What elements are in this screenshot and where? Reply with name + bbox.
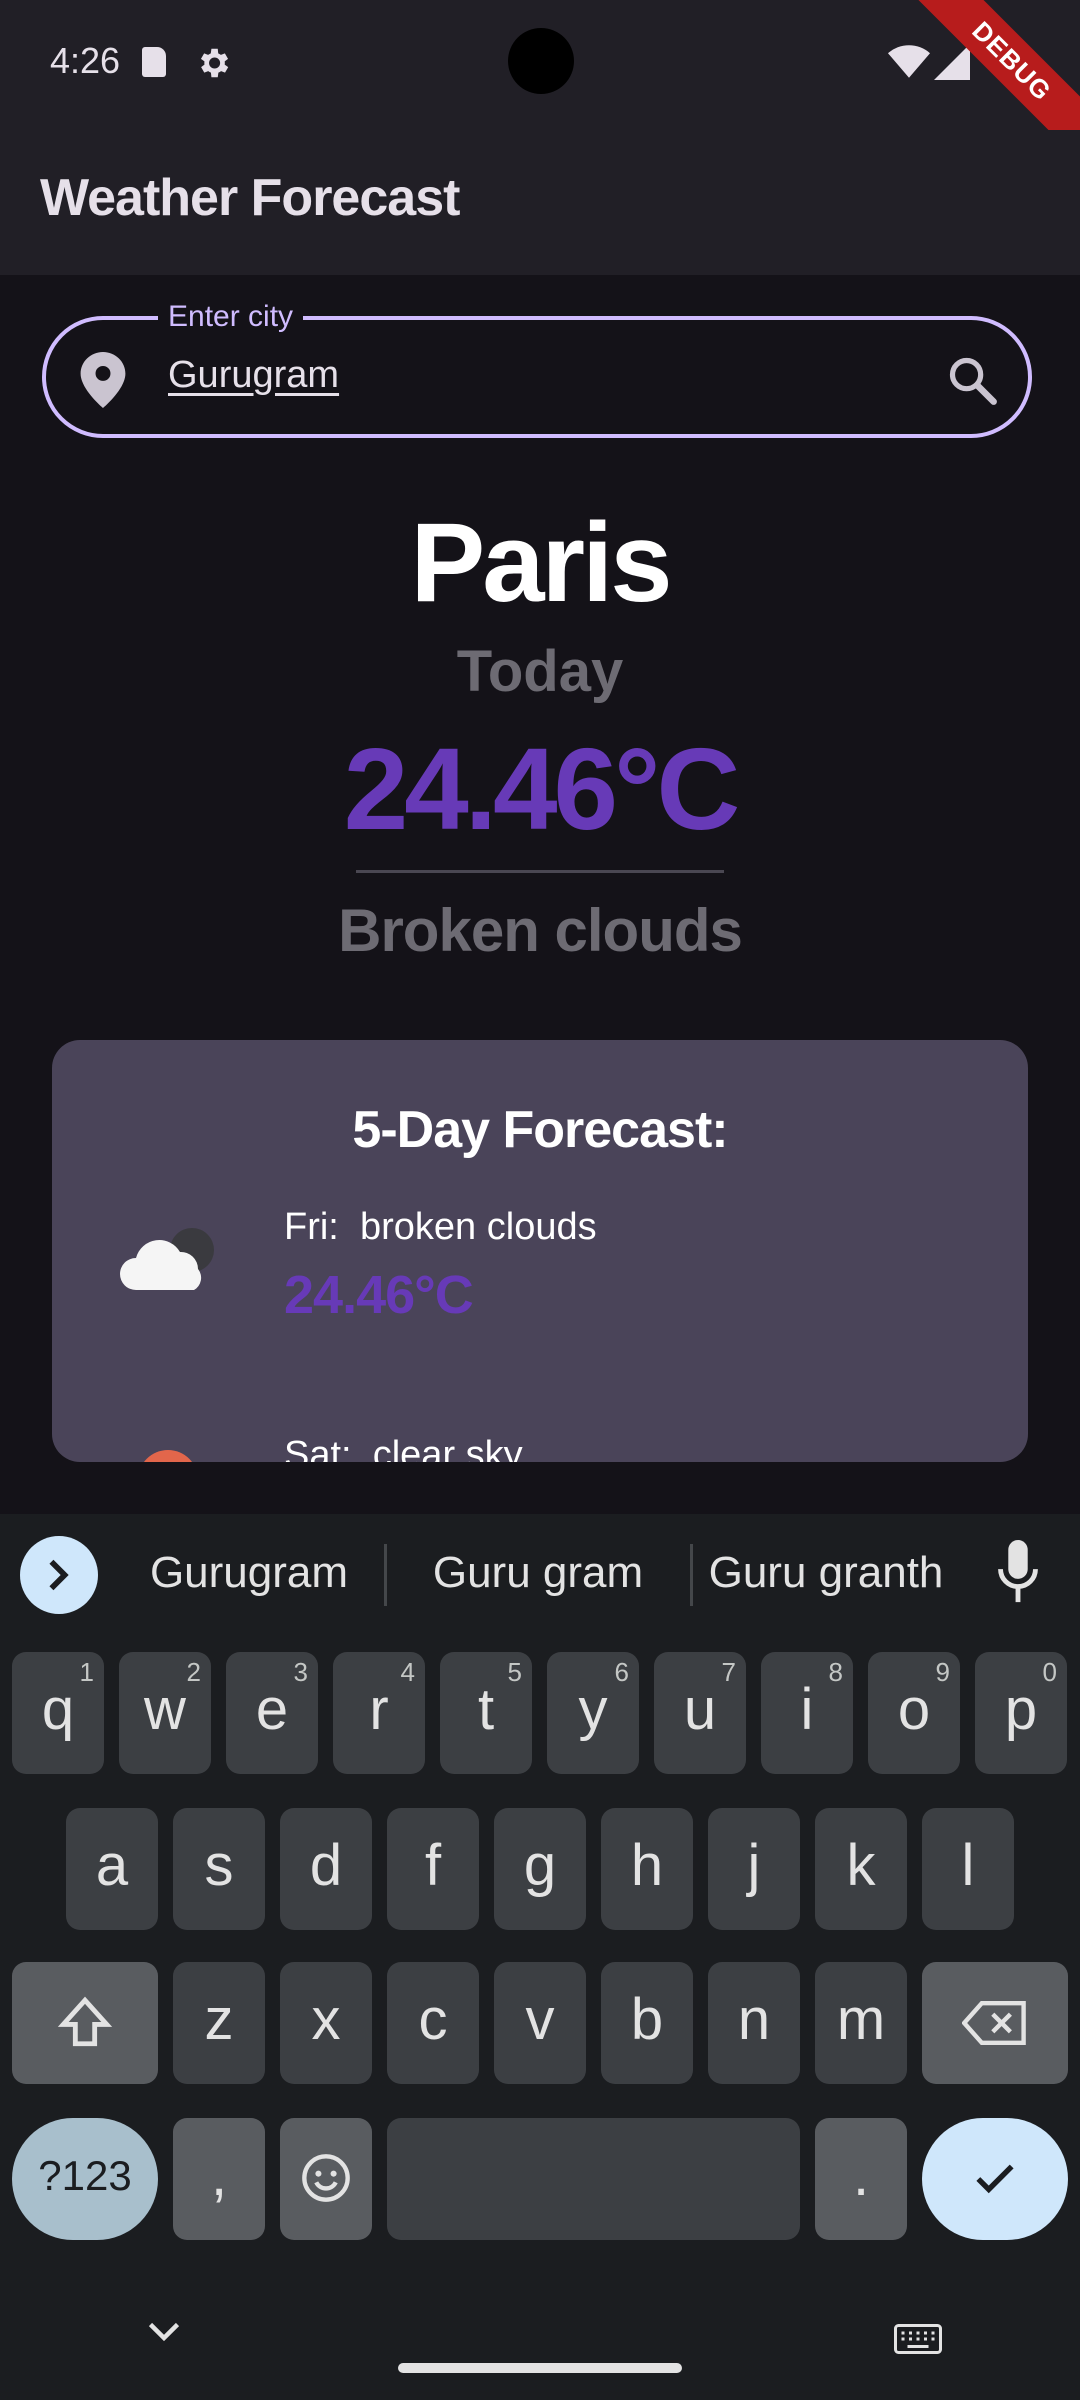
- suggestion-expand-button[interactable]: [20, 1536, 98, 1614]
- city-input[interactable]: Gurugram: [168, 354, 339, 397]
- key-q[interactable]: q1: [12, 1652, 104, 1774]
- day-label: Today: [456, 639, 624, 704]
- wifi-icon: [888, 45, 930, 78]
- key-a[interactable]: a: [66, 1808, 158, 1930]
- current-temperature: 24.46°C: [343, 724, 740, 854]
- key-u[interactable]: u7: [654, 1652, 746, 1774]
- home-indicator[interactable]: [398, 2363, 682, 2373]
- suggestion-3[interactable]: Guru granth: [700, 1548, 952, 1598]
- search-icon[interactable]: [946, 354, 998, 406]
- microphone-icon[interactable]: [998, 1540, 1038, 1606]
- forecast-description: clear sky: [372, 1434, 523, 1462]
- key-b[interactable]: b: [601, 1962, 693, 2084]
- key-s[interactable]: s: [173, 1808, 265, 1930]
- suggestion-separator: [384, 1544, 387, 1606]
- key-h[interactable]: h: [601, 1808, 693, 1930]
- backspace-key[interactable]: [922, 1962, 1068, 2084]
- key-r[interactable]: r4: [333, 1652, 425, 1774]
- camera-cutout: [508, 28, 574, 94]
- key-n[interactable]: n: [708, 1962, 800, 2084]
- shift-key[interactable]: [12, 1962, 158, 2084]
- emoji-icon: [302, 2154, 350, 2202]
- key-g[interactable]: g: [494, 1808, 586, 1930]
- key-p[interactable]: p0: [975, 1652, 1067, 1774]
- sd-card-icon: [142, 47, 166, 77]
- hide-keyboard-chevron-icon[interactable]: [146, 2320, 182, 2344]
- key-w[interactable]: w2: [119, 1652, 211, 1774]
- app-title: Weather Forecast: [40, 169, 460, 227]
- city-name: Paris: [410, 500, 673, 625]
- enter-key[interactable]: [922, 2118, 1068, 2240]
- key-t[interactable]: t5: [440, 1652, 532, 1774]
- key-i[interactable]: i8: [761, 1652, 853, 1774]
- forecast-description: broken clouds: [360, 1206, 597, 1248]
- forecast-day: Fri:: [284, 1206, 339, 1248]
- emoji-key[interactable]: [280, 2118, 372, 2240]
- forecast-item: Fri: broken clouds: [284, 1206, 597, 1249]
- suggestion-separator: [690, 1544, 693, 1606]
- backspace-icon: [962, 2001, 1026, 2045]
- checkmark-icon: [976, 2164, 1014, 2194]
- suggestion-1[interactable]: Gurugram: [124, 1548, 374, 1598]
- key-e[interactable]: e3: [226, 1652, 318, 1774]
- forecast-title: 5-Day Forecast:: [352, 1101, 728, 1159]
- key-k[interactable]: k: [815, 1808, 907, 1930]
- divider: [356, 870, 724, 873]
- key-j[interactable]: j: [708, 1808, 800, 1930]
- cloud-icon: [120, 1228, 214, 1290]
- status-time: 4:26: [50, 40, 121, 81]
- spacebar[interactable]: [387, 2118, 800, 2240]
- key-f[interactable]: f: [387, 1808, 479, 1930]
- shift-icon: [57, 1996, 113, 2047]
- key-c[interactable]: c: [387, 1962, 479, 2084]
- key-v[interactable]: v: [494, 1962, 586, 2084]
- keyboard-switch-icon[interactable]: [894, 2324, 942, 2354]
- comma-key[interactable]: ,: [173, 2118, 265, 2240]
- weather-description: Broken clouds: [338, 897, 743, 964]
- chevron-right-icon: [49, 1559, 69, 1591]
- key-z[interactable]: z: [173, 1962, 265, 2084]
- key-d[interactable]: d: [280, 1808, 372, 1930]
- key-l[interactable]: l: [922, 1808, 1014, 1930]
- symbols-key[interactable]: ?123: [12, 2118, 158, 2240]
- forecast-day: Sat:: [284, 1434, 352, 1462]
- forecast-card[interactable]: 5-Day Forecast: Fri: broken clouds 24.46…: [52, 1040, 1028, 1462]
- key-m[interactable]: m: [815, 1962, 907, 2084]
- key-o[interactable]: o9: [868, 1652, 960, 1774]
- signal-icon: [934, 44, 970, 80]
- period-key[interactable]: .: [815, 2118, 907, 2240]
- keyboard: [0, 1514, 1080, 2400]
- sun-icon: [138, 1450, 198, 1462]
- city-field-label: Enter city: [158, 300, 304, 334]
- key-y[interactable]: y6: [547, 1652, 639, 1774]
- suggestion-2[interactable]: Guru gram: [400, 1548, 676, 1598]
- key-x[interactable]: x: [280, 1962, 372, 2084]
- settings-gear-icon: [200, 48, 229, 78]
- location-pin-icon: [80, 352, 126, 408]
- forecast-item: Sat: clear sky: [284, 1434, 523, 1462]
- forecast-temperature: 24.46°C: [284, 1265, 474, 1325]
